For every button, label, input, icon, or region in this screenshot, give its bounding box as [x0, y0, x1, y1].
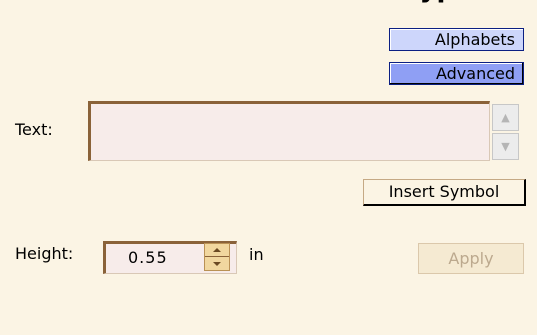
text-input[interactable]: [88, 101, 490, 161]
height-unit-label: in: [249, 245, 264, 264]
scroll-down-button[interactable]: ▼: [492, 133, 519, 160]
text-label: Text:: [15, 120, 53, 139]
advanced-button[interactable]: Advanced: [389, 62, 524, 85]
scroll-up-button[interactable]: ▲: [492, 104, 519, 131]
triangle-down-icon: ▼: [501, 140, 510, 153]
triangle-up-icon: ▲: [501, 111, 510, 124]
height-value[interactable]: 0.55: [128, 248, 168, 267]
height-stepper[interactable]: [204, 243, 230, 271]
alphabets-button[interactable]: Alphabets: [389, 28, 524, 51]
height-label: Height:: [15, 244, 74, 263]
stepper-down-icon[interactable]: [205, 257, 229, 270]
insert-symbol-button[interactable]: Insert Symbol: [363, 179, 526, 206]
panel-title-fragment: ypo: [0, 0, 537, 4]
stepper-up-icon[interactable]: [205, 244, 229, 257]
apply-button[interactable]: Apply: [418, 243, 524, 274]
